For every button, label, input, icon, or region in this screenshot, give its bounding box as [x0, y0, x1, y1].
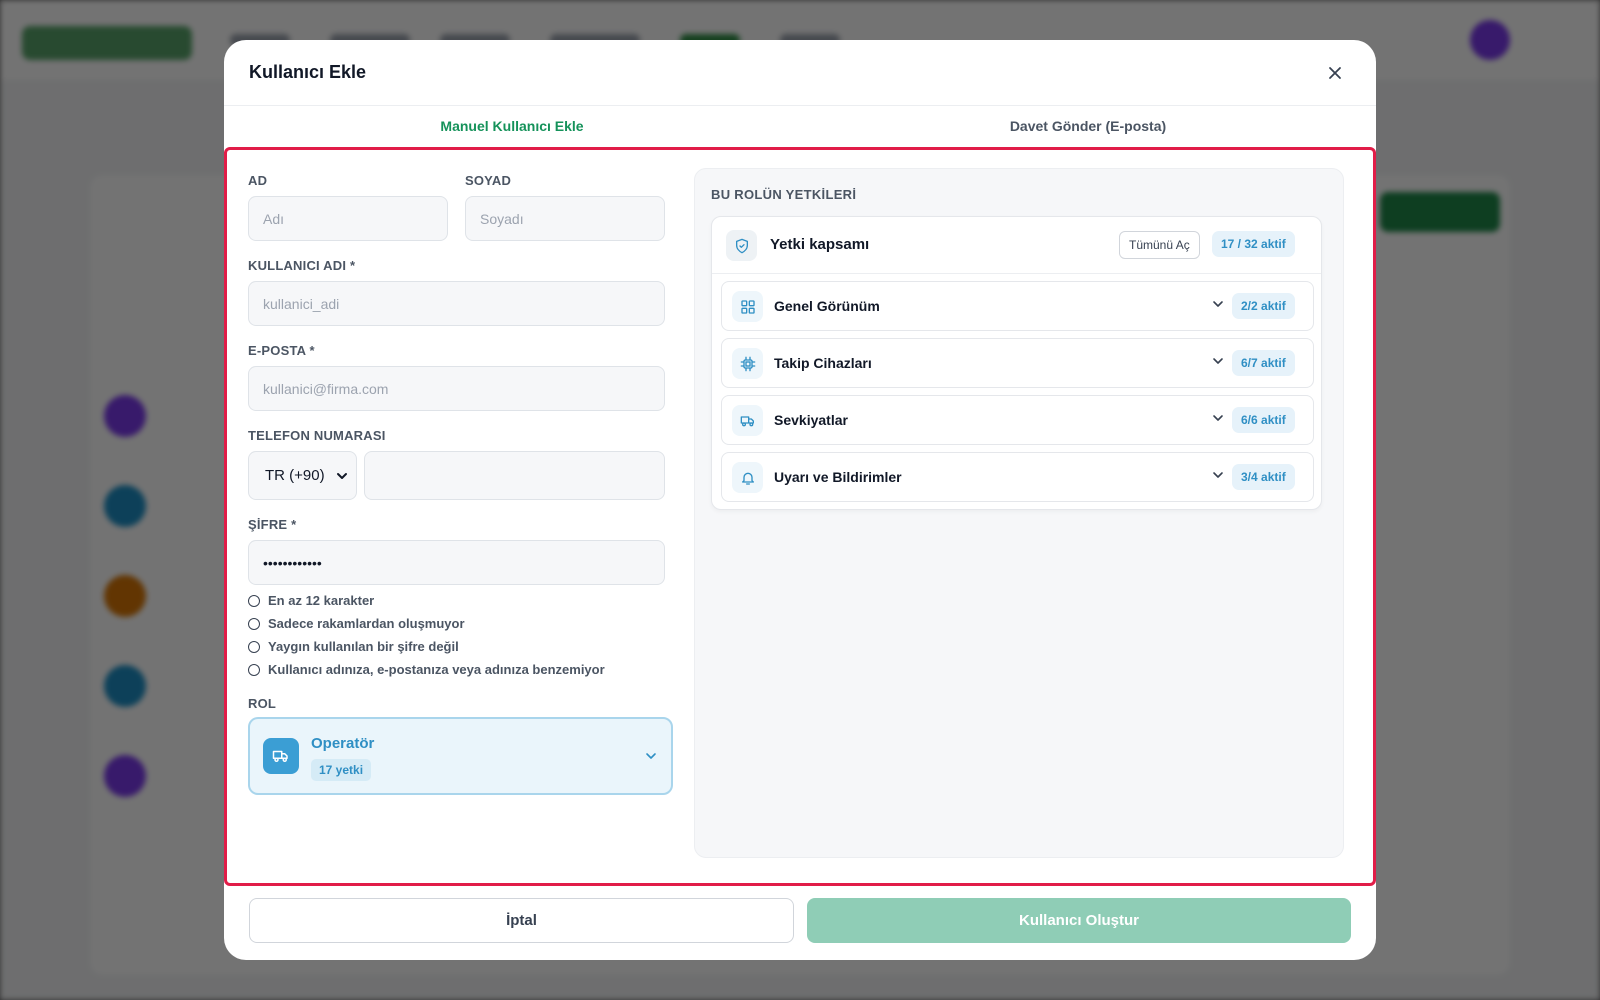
last-name-input[interactable]	[465, 196, 665, 241]
permission-group-name: Takip Cihazları	[774, 355, 872, 371]
close-icon	[1329, 67, 1341, 79]
shield-check-icon	[726, 230, 757, 261]
role-label: ROL	[248, 696, 277, 711]
username-input[interactable]	[248, 281, 665, 326]
email-label: E-POSTA *	[248, 343, 315, 358]
tab-bar: Manuel Kullanıcı Ekle Davet Gönder (E-po…	[224, 106, 1376, 146]
permissions-panel-title: BU ROLÜN YETKİLERİ	[711, 187, 857, 202]
truck-icon	[732, 405, 763, 436]
truck-icon	[263, 738, 299, 774]
password-rule-text: Yaygın kullanılan bir şifre değil	[268, 639, 459, 654]
permission-group-shipments[interactable]: Sevkiyatlar 6/6 aktif	[721, 395, 1314, 445]
bell-icon	[732, 462, 763, 493]
password-label: ŞİFRE *	[248, 517, 297, 532]
permission-group-count: 3/4 aktif	[1232, 464, 1295, 490]
password-rule: Yaygın kullanılan bir şifre değil	[248, 639, 459, 654]
role-select[interactable]: Operatör 17 yetki	[248, 717, 673, 795]
username-label: KULLANICI ADI *	[248, 258, 356, 273]
chip-icon	[732, 348, 763, 379]
chevron-down-icon	[646, 753, 656, 759]
modal-footer: İptal Kullanıcı Oluştur	[224, 886, 1376, 960]
country-code-select[interactable]: TR (+90)	[248, 451, 357, 500]
unchecked-circle-icon	[248, 617, 260, 630]
modal-title: Kullanıcı Ekle	[249, 62, 367, 82]
country-code-value: TR (+90)	[265, 467, 325, 484]
phone-input[interactable]	[364, 451, 665, 500]
permission-group-tracking-devices[interactable]: Takip Cihazları 6/7 aktif	[721, 338, 1314, 388]
permission-group-name: Genel Görünüm	[774, 298, 880, 314]
chevron-down-icon	[1213, 472, 1223, 478]
permission-group-count: 6/7 aktif	[1232, 350, 1295, 376]
password-rule-text: Sadece rakamlardan oluşmuyor	[268, 616, 465, 631]
permission-group-alerts[interactable]: Uyarı ve Bildirimler 3/4 aktif	[721, 452, 1314, 502]
cancel-button[interactable]: İptal	[249, 898, 794, 943]
close-button[interactable]	[1324, 62, 1346, 84]
last-name-label: SOYAD	[465, 173, 512, 188]
permission-group-count: 6/6 aktif	[1232, 407, 1295, 433]
permission-scope-title: Yetki kapsamı	[770, 236, 870, 253]
tab-manual-add[interactable]: Manuel Kullanıcı Ekle	[224, 106, 800, 146]
permission-group-count: 2/2 aktif	[1232, 293, 1295, 319]
total-active-count: 17 / 32 aktif	[1212, 231, 1295, 257]
chevron-down-icon	[1213, 415, 1223, 421]
unchecked-circle-icon	[248, 640, 260, 653]
permission-scope-header: Yetki kapsamı Tümünü Aç 17 / 32 aktif	[712, 217, 1321, 274]
permission-group-overview[interactable]: Genel Görünüm 2/2 aktif	[721, 281, 1314, 331]
permission-group-name: Uyarı ve Bildirimler	[774, 469, 902, 485]
unchecked-circle-icon	[248, 594, 260, 607]
create-user-button[interactable]: Kullanıcı Oluştur	[807, 898, 1351, 943]
tab-send-invite[interactable]: Davet Gönder (E-posta)	[800, 106, 1376, 146]
password-rule: Sadece rakamlardan oluşmuyor	[248, 616, 465, 631]
form-content: AD SOYAD KULLANICI ADI * E-POSTA * TELEF…	[224, 147, 1376, 886]
expand-all-button[interactable]: Tümünü Aç	[1119, 231, 1200, 259]
add-user-modal: Kullanıcı Ekle Manuel Kullanıcı Ekle Dav…	[224, 40, 1376, 960]
email-input[interactable]	[248, 366, 665, 411]
password-rule: Kullanıcı adınıza, e-postanıza veya adın…	[248, 662, 605, 677]
chevron-down-icon	[337, 473, 347, 479]
chevron-down-icon	[1213, 358, 1223, 364]
role-name: Operatör	[311, 735, 375, 752]
grid-icon	[732, 291, 763, 322]
chevron-down-icon	[1213, 301, 1223, 307]
permission-group-name: Sevkiyatlar	[774, 412, 848, 428]
password-rule-text: En az 12 karakter	[268, 593, 375, 608]
permission-scope-card: Yetki kapsamı Tümünü Aç 17 / 32 aktif Ge…	[711, 216, 1322, 510]
password-rule-text: Kullanıcı adınıza, e-postanıza veya adın…	[268, 662, 605, 677]
role-permission-count-badge: 17 yetki	[311, 759, 372, 781]
role-permissions-panel: BU ROLÜN YETKİLERİ Yetki kapsamı Tümünü …	[694, 168, 1344, 858]
modal-header: Kullanıcı Ekle	[224, 40, 1376, 106]
phone-label: TELEFON NUMARASI	[248, 428, 386, 443]
unchecked-circle-icon	[248, 663, 260, 676]
first-name-input[interactable]	[248, 196, 448, 241]
first-name-label: AD	[248, 173, 268, 188]
password-input[interactable]	[248, 540, 665, 585]
password-rule: En az 12 karakter	[248, 593, 374, 608]
